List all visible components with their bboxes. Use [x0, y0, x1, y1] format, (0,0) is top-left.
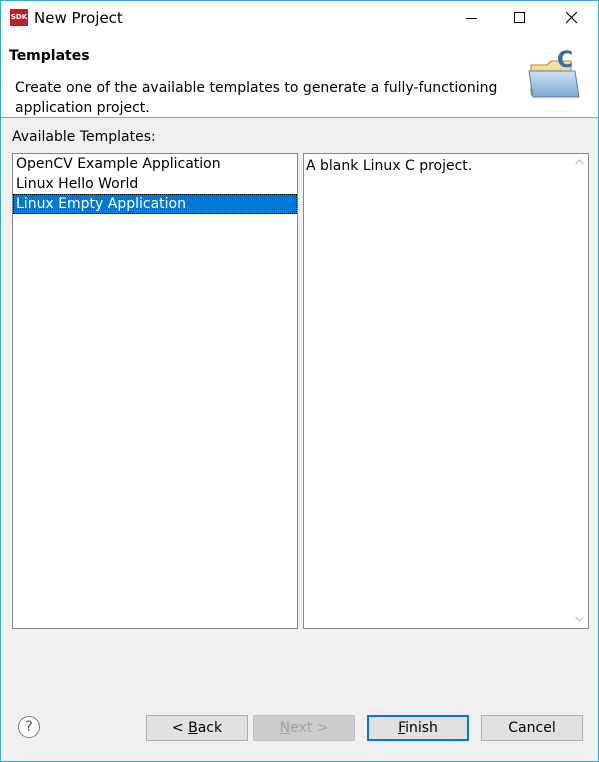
window-title: New Project	[34, 9, 123, 27]
template-item-hello-world[interactable]: Linux Hello World	[13, 174, 297, 194]
description-scrollbar[interactable]	[571, 154, 588, 628]
maximize-button[interactable]	[497, 1, 543, 35]
next-label-rest: ext >	[290, 720, 329, 736]
finish-label-rest: inish	[405, 720, 438, 736]
next-mnemonic: N	[279, 720, 291, 736]
scroll-up-button[interactable]	[571, 154, 588, 171]
available-templates-label: Available Templates:	[12, 129, 156, 145]
scroll-down-button[interactable]	[571, 611, 588, 628]
back-mnemonic: B	[188, 720, 198, 736]
page-title: Templates	[9, 48, 90, 64]
title-bar[interactable]: SDK New Project	[1, 1, 598, 35]
template-item-empty-application[interactable]: Linux Empty Application	[13, 194, 297, 214]
cancel-button[interactable]: Cancel	[481, 715, 583, 741]
next-button[interactable]: Next >	[253, 715, 355, 741]
close-button[interactable]	[549, 1, 595, 35]
templates-list[interactable]: OpenCV Example Application Linux Hello W…	[12, 153, 298, 629]
template-item-opencv[interactable]: OpenCV Example Application	[13, 154, 297, 174]
close-icon	[566, 12, 578, 24]
maximize-icon	[514, 12, 525, 23]
chevron-down-icon	[575, 616, 584, 622]
new-project-dialog: SDK New Project Templates Create one of …	[0, 0, 599, 762]
sdk-app-icon: SDK	[10, 9, 28, 26]
back-label-rest: ack	[197, 720, 223, 736]
wizard-header: Templates Create one of the available te…	[1, 35, 598, 118]
page-description: Create one of the available templates to…	[15, 80, 498, 116]
back-button[interactable]: < Back	[146, 715, 248, 741]
template-description-panel: A blank Linux C project.	[303, 153, 589, 629]
template-description: A blank Linux C project.	[306, 158, 473, 174]
minimize-button[interactable]	[449, 1, 495, 35]
help-button[interactable]: ?	[18, 716, 40, 738]
minimize-icon	[466, 18, 477, 19]
back-prefix: <	[171, 720, 189, 736]
c-project-folder-icon: C	[528, 48, 580, 98]
finish-button[interactable]: Finish	[367, 715, 469, 741]
chevron-up-icon	[575, 159, 584, 165]
svg-text:C: C	[557, 48, 573, 73]
